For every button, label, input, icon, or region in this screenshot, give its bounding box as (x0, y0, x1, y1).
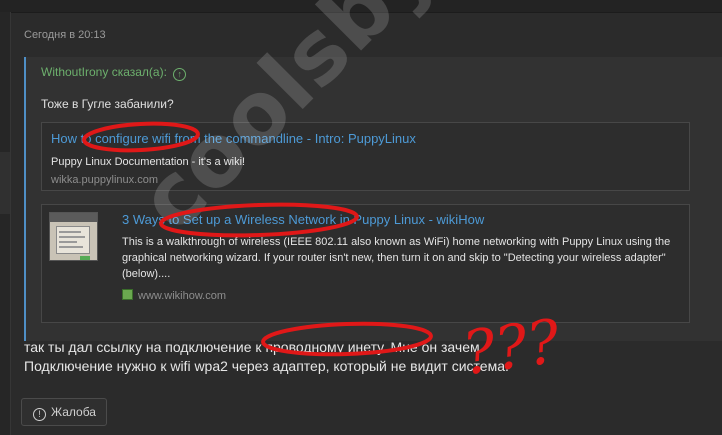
quote-author-label: WithoutIrony сказал(а): (41, 65, 167, 79)
thumbnail-button (80, 256, 90, 260)
quote-text: Тоже в Гугле забанили? (41, 97, 174, 111)
link-preview-card[interactable]: 3 Ways to Set up a Wireless Network in P… (41, 204, 690, 323)
link-title[interactable]: How to configure wifi from the commandli… (51, 131, 416, 146)
link-description: This is a walkthrough of wireless (IEEE … (122, 236, 671, 280)
link-description: Puppy Linux Documentation - it's a wiki! (51, 156, 246, 168)
link-title[interactable]: 3 Ways to Set up a Wireless Network in P… (122, 212, 484, 227)
report-button-label: Жалоба (51, 405, 96, 419)
link-preview-card[interactable]: How to configure wifi from the commandli… (41, 122, 690, 191)
forum-post: Сегодня в 20:13 WithoutIrony сказал(а): … (10, 12, 722, 435)
reply-line: Подключение нужно к wifi wpa2 через адап… (24, 358, 509, 374)
wikihow-favicon (122, 289, 133, 300)
alert-circle-icon: ! (33, 408, 46, 421)
quote-block: WithoutIrony сказал(а): ↑ Тоже в Гугле з… (24, 57, 722, 341)
wikihow-thumbnail[interactable] (49, 212, 98, 261)
thumbnail-line (59, 241, 77, 243)
post-timestamp[interactable]: Сегодня в 20:13 (24, 29, 106, 41)
reply-text: так ты дал ссылку на подключение к прово… (24, 338, 509, 376)
arrow-up-circle-icon[interactable]: ↑ (173, 68, 187, 81)
sidebar-notch (0, 152, 10, 214)
reply-line: так ты дал ссылку на подключение к прово… (24, 339, 484, 355)
quote-author[interactable]: WithoutIrony сказал(а): ↑ (41, 65, 187, 81)
link-domain: www.wikihow.com (138, 290, 227, 302)
report-button[interactable]: ! Жалоба (21, 398, 107, 426)
thumbnail-line (59, 246, 83, 248)
thumbnail-line (59, 236, 85, 238)
link-domain-row: www.wikihow.com (122, 289, 226, 302)
link-domain: wikka.puppylinux.com (51, 174, 158, 186)
thumbnail-line (59, 231, 81, 233)
